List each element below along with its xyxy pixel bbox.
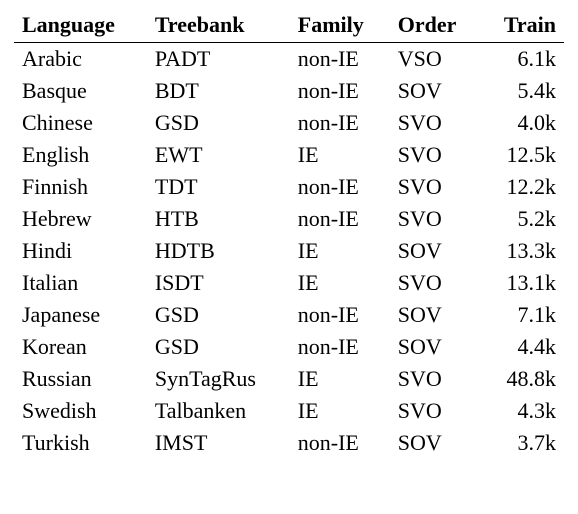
- cell-order: SVO: [390, 171, 481, 203]
- cell-family: non-IE: [290, 107, 390, 139]
- cell-family: IE: [290, 235, 390, 267]
- table-header-row: Language Treebank Family Order Train: [14, 10, 564, 43]
- cell-train: 13.1k: [481, 267, 564, 299]
- cell-family: non-IE: [290, 299, 390, 331]
- table-row: RussianSynTagRusIESVO48.8k: [14, 363, 564, 395]
- table-row: EnglishEWTIESVO12.5k: [14, 139, 564, 171]
- col-treebank: Treebank: [147, 10, 290, 43]
- table-row: HindiHDTBIESOV13.3k: [14, 235, 564, 267]
- table-row: HebrewHTBnon-IESVO5.2k: [14, 203, 564, 235]
- cell-train: 12.2k: [481, 171, 564, 203]
- cell-order: SOV: [390, 75, 481, 107]
- cell-family: non-IE: [290, 43, 390, 76]
- cell-treebank: GSD: [147, 331, 290, 363]
- cell-language: Turkish: [14, 427, 147, 459]
- col-family: Family: [290, 10, 390, 43]
- cell-treebank: ISDT: [147, 267, 290, 299]
- cell-treebank: SynTagRus: [147, 363, 290, 395]
- language-treebank-table: Language Treebank Family Order Train Ara…: [14, 10, 564, 459]
- cell-train: 12.5k: [481, 139, 564, 171]
- cell-treebank: HDTB: [147, 235, 290, 267]
- cell-order: SVO: [390, 395, 481, 427]
- cell-train: 5.2k: [481, 203, 564, 235]
- cell-order: SVO: [390, 107, 481, 139]
- table-row: ArabicPADTnon-IEVSO6.1k: [14, 43, 564, 76]
- table-row: ItalianISDTIESVO13.1k: [14, 267, 564, 299]
- cell-train: 48.8k: [481, 363, 564, 395]
- cell-language: Japanese: [14, 299, 147, 331]
- cell-family: non-IE: [290, 331, 390, 363]
- cell-family: IE: [290, 267, 390, 299]
- cell-train: 4.3k: [481, 395, 564, 427]
- cell-order: VSO: [390, 43, 481, 76]
- cell-language: Russian: [14, 363, 147, 395]
- cell-order: SOV: [390, 427, 481, 459]
- cell-treebank: PADT: [147, 43, 290, 76]
- cell-train: 4.4k: [481, 331, 564, 363]
- cell-language: Hebrew: [14, 203, 147, 235]
- cell-treebank: IMST: [147, 427, 290, 459]
- cell-family: IE: [290, 139, 390, 171]
- cell-order: SOV: [390, 331, 481, 363]
- cell-order: SVO: [390, 139, 481, 171]
- cell-language: Korean: [14, 331, 147, 363]
- table-row: FinnishTDTnon-IESVO12.2k: [14, 171, 564, 203]
- cell-language: Swedish: [14, 395, 147, 427]
- cell-language: Basque: [14, 75, 147, 107]
- cell-language: Finnish: [14, 171, 147, 203]
- cell-train: 4.0k: [481, 107, 564, 139]
- table-row: ChineseGSDnon-IESVO4.0k: [14, 107, 564, 139]
- cell-train: 3.7k: [481, 427, 564, 459]
- cell-order: SVO: [390, 203, 481, 235]
- cell-treebank: HTB: [147, 203, 290, 235]
- cell-order: SVO: [390, 363, 481, 395]
- col-train: Train: [481, 10, 564, 43]
- cell-family: IE: [290, 395, 390, 427]
- cell-language: Hindi: [14, 235, 147, 267]
- cell-order: SOV: [390, 299, 481, 331]
- cell-order: SOV: [390, 235, 481, 267]
- cell-family: non-IE: [290, 75, 390, 107]
- cell-train: 6.1k: [481, 43, 564, 76]
- cell-language: Italian: [14, 267, 147, 299]
- cell-language: English: [14, 139, 147, 171]
- cell-treebank: GSD: [147, 107, 290, 139]
- cell-order: SVO: [390, 267, 481, 299]
- table-row: KoreanGSDnon-IESOV4.4k: [14, 331, 564, 363]
- cell-language: Arabic: [14, 43, 147, 76]
- table-row: SwedishTalbankenIESVO4.3k: [14, 395, 564, 427]
- cell-treebank: TDT: [147, 171, 290, 203]
- col-language: Language: [14, 10, 147, 43]
- table-row: TurkishIMSTnon-IESOV3.7k: [14, 427, 564, 459]
- table-body: ArabicPADTnon-IEVSO6.1kBasqueBDTnon-IESO…: [14, 43, 564, 460]
- cell-family: IE: [290, 363, 390, 395]
- cell-train: 5.4k: [481, 75, 564, 107]
- cell-treebank: Talbanken: [147, 395, 290, 427]
- col-order: Order: [390, 10, 481, 43]
- table-row: JapaneseGSDnon-IESOV7.1k: [14, 299, 564, 331]
- cell-family: non-IE: [290, 171, 390, 203]
- cell-treebank: GSD: [147, 299, 290, 331]
- cell-treebank: EWT: [147, 139, 290, 171]
- cell-family: non-IE: [290, 427, 390, 459]
- cell-train: 13.3k: [481, 235, 564, 267]
- cell-language: Chinese: [14, 107, 147, 139]
- cell-treebank: BDT: [147, 75, 290, 107]
- cell-family: non-IE: [290, 203, 390, 235]
- table-row: BasqueBDTnon-IESOV5.4k: [14, 75, 564, 107]
- cell-train: 7.1k: [481, 299, 564, 331]
